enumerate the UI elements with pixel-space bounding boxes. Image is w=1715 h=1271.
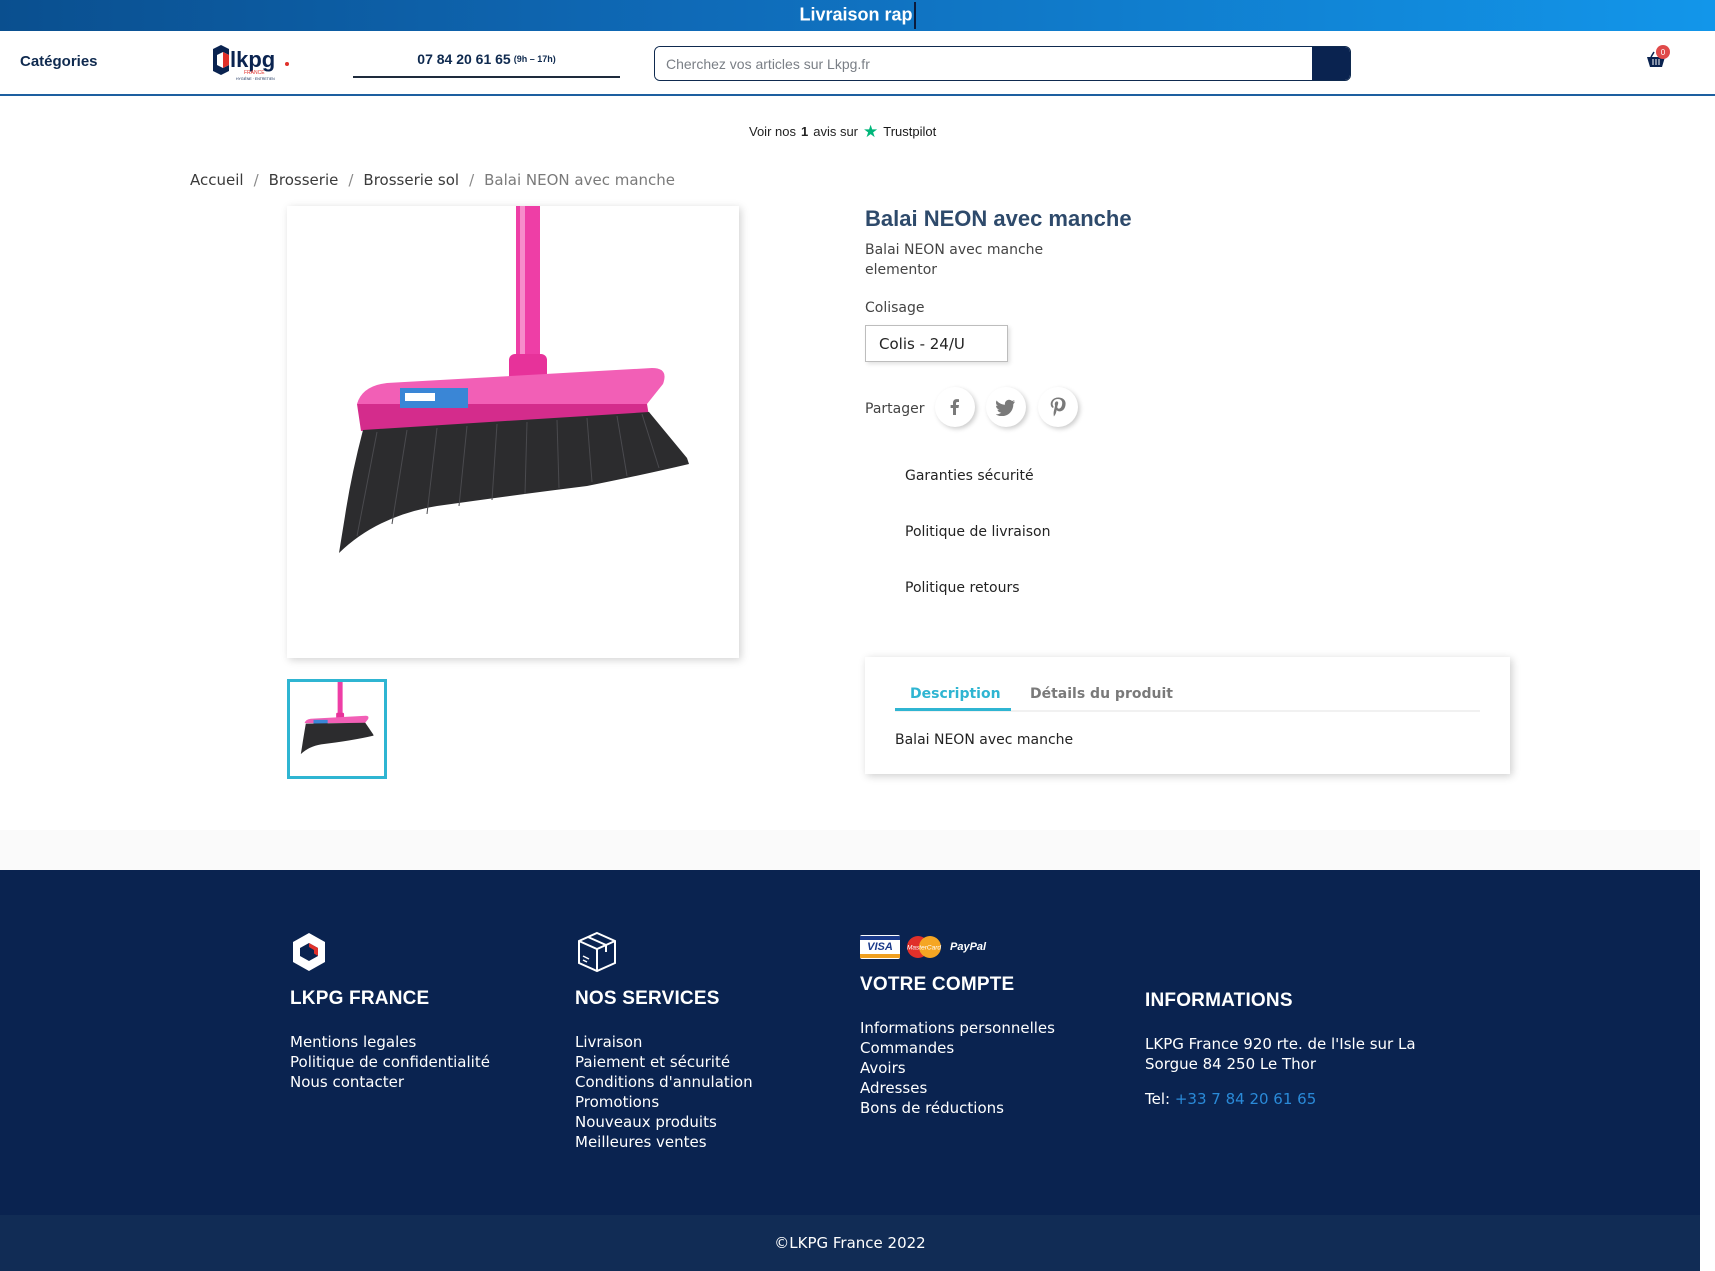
copyright-bar: ©LKPG France 2022: [0, 1215, 1700, 1271]
footer-col-account: VISA MasterCard PayPal VOTRE COMPTE Info…: [860, 935, 1055, 1118]
footer-link-payment[interactable]: Paiement et sécurité: [575, 1052, 753, 1072]
trustpilot-widget[interactable]: Voir nos 1 avis sur ★ Trustpilot: [749, 123, 936, 140]
search-input[interactable]: [655, 47, 1312, 80]
breadcrumb: Accueil / Brosserie / Brosserie sol / Ba…: [190, 171, 675, 189]
product-main-image[interactable]: [287, 206, 739, 658]
svg-text:FRANCE: FRANCE: [244, 70, 265, 76]
phone-hours: (9h – 17h): [513, 53, 556, 64]
share-label: Partager: [865, 401, 925, 417]
tel-label: Tel:: [1145, 1090, 1171, 1108]
trustpilot-star-icon: ★: [863, 122, 879, 141]
colisage-label: Colisage: [865, 300, 925, 316]
footer-link-addresses[interactable]: Adresses: [860, 1078, 1055, 1098]
footer-heading: INFORMATIONS: [1145, 990, 1293, 1011]
main-content: Voir nos 1 avis sur ★ Trustpilot Accueil…: [0, 98, 1700, 830]
text-caret: [913, 2, 916, 29]
reassurance-delivery: Politique de livraison: [905, 524, 1051, 540]
cart-count-badge: 0: [1656, 45, 1670, 59]
facebook-share-button[interactable]: [935, 387, 975, 427]
search-button[interactable]: [1312, 47, 1350, 80]
short-description-line: Balai NEON avec manche: [865, 242, 1044, 258]
active-tab-indicator: [895, 708, 1011, 711]
breadcrumb-separator: /: [253, 171, 259, 189]
pinterest-icon: [1050, 397, 1066, 417]
trustpilot-count: 1: [800, 124, 809, 139]
footer-links: Informations personnelles Commandes Avoi…: [860, 1018, 1055, 1118]
footer-links: Mentions legales Politique de confidenti…: [290, 1032, 490, 1092]
twitter-icon: [996, 399, 1015, 416]
facebook-icon: [950, 399, 959, 415]
twitter-share-button[interactable]: [986, 387, 1026, 427]
product-short-description: Balai NEON avec manche elementor: [865, 240, 1085, 280]
footer-link-credits[interactable]: Avoirs: [860, 1058, 1055, 1078]
lkpg-logo[interactable]: lkpg FRANCE HYGIÈNE · ENTRETIEN: [203, 43, 293, 83]
footer-heading: NOS SERVICES: [575, 988, 720, 1009]
trustpilot-suffix: avis sur: [813, 124, 859, 139]
site-header: Catégories lkpg FRANCE HYGIÈNE · ENTRETI…: [0, 31, 1715, 96]
footer-address: LKPG France 920 rte. de l'Isle sur La So…: [1145, 1035, 1416, 1073]
breadcrumb-separator: /: [469, 171, 475, 189]
tab-description[interactable]: Description: [910, 686, 1001, 702]
reassurance-security: Garanties sécurité: [905, 468, 1034, 484]
copyright-text: ©LKPG France 2022: [774, 1234, 926, 1252]
tab-description-content: Balai NEON avec manche: [895, 732, 1074, 748]
phone-contact[interactable]: 07 84 20 61 65 (9h – 17h): [353, 41, 620, 78]
footer-col-services: NOS SERVICES Livraison Paiement et sécur…: [575, 930, 753, 1152]
phone-number: 07 84 20 61 65: [417, 50, 511, 67]
paypal-icon: PayPal: [950, 941, 987, 953]
broom-image: [339, 206, 689, 553]
product-thumbnail[interactable]: [287, 679, 387, 779]
footer-link-orders[interactable]: Commandes: [860, 1038, 1055, 1058]
footer-link-promotions[interactable]: Promotions: [575, 1092, 753, 1112]
promo-text: Livraison rap: [799, 2, 916, 29]
footer-link-new-products[interactable]: Nouveaux produits: [575, 1112, 753, 1132]
tab-product-details[interactable]: Détails du produit: [1030, 686, 1173, 702]
svg-text:HYGIÈNE · ENTRETIEN: HYGIÈNE · ENTRETIEN: [236, 76, 275, 81]
lkpg-mark-icon: [293, 933, 325, 971]
broom-thumbnail-image: [300, 682, 374, 755]
product-title: Balai NEON avec manche: [865, 206, 1132, 231]
site-footer: LKPG FRANCE Mentions legales Politique d…: [0, 870, 1700, 1215]
footer-link-delivery[interactable]: Livraison: [575, 1032, 753, 1052]
colisage-select[interactable]: Colis - 24/U: [865, 325, 1008, 362]
footer-col-informations: INFORMATIONS LKPG France 920 rte. de l'I…: [1145, 990, 1425, 1108]
breadcrumb-separator: /: [348, 171, 354, 189]
short-description-line: elementor: [865, 262, 938, 278]
categories-button[interactable]: Catégories: [20, 53, 98, 70]
svg-text:lkpg: lkpg: [230, 47, 275, 72]
package-icon: [578, 931, 616, 973]
visa-icon: VISA: [860, 935, 900, 959]
footer-heading: VOTRE COMPTE: [860, 974, 1015, 995]
breadcrumb-brosserie[interactable]: Brosserie: [269, 171, 339, 189]
promo-bar: Livraison rap: [0, 0, 1715, 31]
pinterest-share-button[interactable]: [1038, 387, 1078, 427]
footer-links: Livraison Paiement et sécurité Condition…: [575, 1032, 753, 1152]
breadcrumb-brosserie-sol[interactable]: Brosserie sol: [363, 171, 459, 189]
payment-methods: VISA MasterCard PayPal: [860, 935, 1055, 959]
svg-text:MasterCard: MasterCard: [907, 945, 941, 952]
trustpilot-brand: Trustpilot: [883, 124, 937, 139]
mastercard-icon: MasterCard: [907, 936, 941, 958]
footer-link-cancellation[interactable]: Conditions d'annulation: [575, 1072, 753, 1092]
footer-heading: LKPG FRANCE: [290, 988, 430, 1009]
right-gutter: [1700, 830, 1715, 1271]
footer-link-privacy[interactable]: Politique de confidentialité: [290, 1052, 490, 1072]
trustpilot-prefix: Voir nos: [749, 124, 796, 139]
footer-link-vouchers[interactable]: Bons de réductions: [860, 1098, 1055, 1118]
breadcrumb-home[interactable]: Accueil: [190, 171, 244, 189]
footer-link-contact[interactable]: Nous contacter: [290, 1072, 490, 1092]
footer-link-personal-info[interactable]: Informations personnelles: [860, 1018, 1055, 1038]
footer-link-best-sellers[interactable]: Meilleures ventes: [575, 1132, 753, 1152]
footer-spacer: [0, 830, 1700, 870]
reassurance-returns: Politique retours: [905, 580, 1020, 596]
footer-col-lkpg: LKPG FRANCE Mentions legales Politique d…: [290, 932, 490, 1092]
product-tabs: Description Détails du produit Balai NEO…: [865, 657, 1510, 774]
breadcrumb-current: Balai NEON avec manche: [484, 171, 676, 189]
footer-link-legal[interactable]: Mentions legales: [290, 1032, 490, 1052]
search-bar: [654, 46, 1351, 81]
tel-link[interactable]: +33 7 84 20 61 65: [1175, 1090, 1316, 1108]
footer-telephone: Tel: +33 7 84 20 61 65: [1145, 1090, 1425, 1108]
